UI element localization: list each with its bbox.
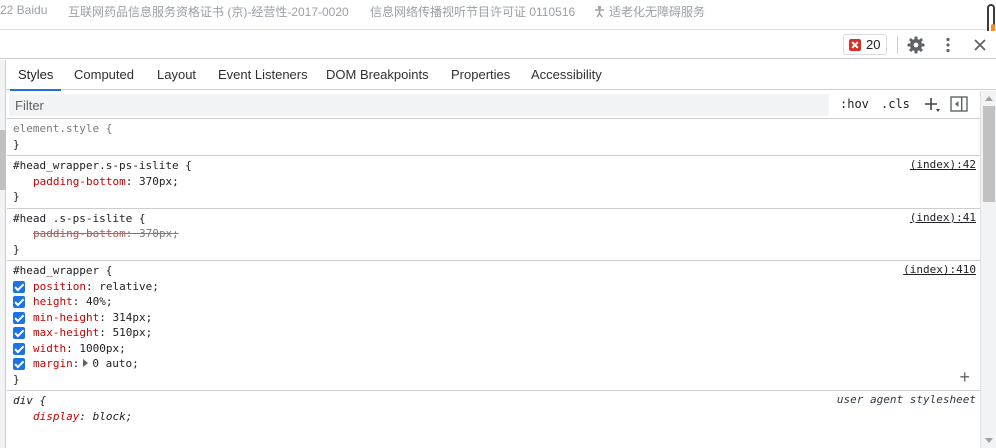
styles-filter-bar: :hov .cls [7, 91, 980, 119]
close-icon [974, 39, 986, 51]
baidu-text: 22 Baidu [0, 3, 48, 17]
styles-scrollbar-thumb[interactable] [983, 106, 995, 202]
tab-styles[interactable]: Styles [9, 60, 62, 91]
scroll-down-arrow-icon[interactable] [985, 438, 993, 443]
accessibility-icon [595, 5, 604, 18]
css-declaration[interactable]: height: 40%; [13, 294, 980, 310]
property-value[interactable]: 314px [112, 311, 145, 324]
rule-close-brace: } [13, 137, 20, 151]
plus-icon [925, 98, 940, 112]
declaration-checkbox[interactable] [13, 358, 25, 370]
accessibility-service-label: 适老化无障碍服务 [609, 5, 706, 19]
style-rule: #head .s-ps-islite { (index):41 padding-… [7, 209, 980, 261]
css-declaration[interactable]: padding-bottom: 370px; [13, 174, 980, 190]
gear-icon [907, 36, 925, 54]
more-options-button[interactable] [938, 35, 958, 55]
tab-layout[interactable]: Layout [157, 60, 196, 90]
rule-selector[interactable]: element.style { [13, 121, 980, 137]
property-value[interactable]: 0 auto [92, 357, 132, 370]
property-name[interactable]: width [33, 342, 66, 355]
rule-selector[interactable]: div { [13, 393, 980, 409]
tab-dom-breakpoints[interactable]: DOM Breakpoints [326, 60, 429, 90]
style-rule: #head_wrapper.s-ps-islite { (index):42 p… [7, 156, 980, 209]
rule-close-brace: } [13, 372, 20, 386]
elements-scroll-thumb[interactable] [0, 130, 6, 190]
property-value[interactable]: 1000px [79, 342, 119, 355]
issues-count: 20 [866, 37, 881, 52]
new-style-rule-button[interactable] [921, 94, 943, 116]
declaration-checkbox[interactable] [13, 327, 25, 339]
declaration-checkbox[interactable] [13, 280, 25, 293]
add-declaration-button[interactable]: + [959, 368, 970, 386]
kebab-menu-icon [946, 37, 950, 53]
rule-close-brace: } [13, 190, 20, 203]
property-value[interactable]: 370px [139, 175, 172, 188]
property-value[interactable]: 40% [86, 295, 106, 308]
tab-properties[interactable]: Properties [451, 60, 510, 90]
styles-scrollbar[interactable] [980, 91, 996, 448]
page-footer-strip: 22 Baidu 互联网药品信息服务资格证书 (京)-经营性-2017-0020… [0, 0, 996, 50]
property-value[interactable]: 370px [139, 227, 172, 240]
drug-license-link[interactable]: 互联网药品信息服务资格证书 (京)-经营性-2017-0020 [68, 3, 349, 20]
css-declaration[interactable]: display: block; [13, 409, 980, 425]
rule-close-brace: } [13, 242, 20, 256]
scroll-up-arrow-icon[interactable] [985, 96, 993, 101]
close-devtools-button[interactable] [970, 35, 990, 55]
property-name[interactable]: margin [33, 357, 73, 370]
css-declaration[interactable]: max-height: 510px; [13, 325, 980, 341]
styles-filter-input[interactable] [9, 94, 829, 116]
sidebar-pane-tabs: Styles Computed Layout Event Listeners D… [0, 60, 996, 91]
property-value[interactable]: relative [99, 280, 152, 293]
tab-event-listeners[interactable]: Event Listeners [218, 60, 308, 90]
rule-selector[interactable]: #head_wrapper.s-ps-islite { [13, 158, 980, 174]
property-value[interactable]: 510px [112, 326, 145, 339]
css-declaration[interactable]: min-height: 314px; [13, 310, 980, 326]
error-icon [849, 38, 861, 51]
property-name[interactable]: padding-bottom [33, 175, 126, 188]
property-name[interactable]: padding-bottom [33, 227, 126, 240]
issues-counter-button[interactable]: 20 [843, 34, 888, 55]
rule-selector[interactable]: #head_wrapper { [13, 263, 980, 279]
toolbar-divider [897, 36, 898, 54]
property-value[interactable]: block [93, 410, 126, 423]
css-declaration[interactable]: margin: 0 auto; [13, 356, 980, 372]
sidebar-toggle-icon [950, 96, 968, 112]
property-name[interactable]: height [33, 295, 73, 308]
accessibility-service-link[interactable]: 适老化无障碍服务 [593, 3, 705, 20]
hover-state-toggle[interactable]: :hov [840, 97, 869, 111]
styles-rules-pane: element.style { } #head_wrapper.s-ps-isl… [7, 119, 980, 448]
declaration-checkbox[interactable] [13, 311, 25, 324]
declaration-checkbox[interactable] [13, 296, 25, 308]
declaration-checkbox[interactable] [13, 342, 25, 355]
property-name[interactable]: position [33, 280, 86, 293]
style-rule-element-style: element.style { } [7, 119, 980, 156]
rule-source-link[interactable]: (index):42 [910, 158, 976, 171]
css-declaration[interactable]: position: relative; [13, 279, 980, 295]
devtools-toolbar: 20 [0, 31, 996, 59]
style-rule: #head_wrapper { (index):410 position: re… [7, 261, 980, 391]
rule-source-link[interactable]: (index):41 [910, 211, 976, 224]
property-name[interactable]: min-height [33, 311, 99, 324]
property-name[interactable]: display [33, 410, 79, 423]
css-declaration[interactable]: width: 1000px; [13, 341, 980, 357]
class-toggle[interactable]: .cls [881, 97, 910, 111]
elements-panel-edge [0, 60, 6, 448]
tab-computed[interactable]: Computed [74, 60, 134, 90]
expand-shorthand-icon[interactable] [83, 359, 89, 367]
settings-button[interactable] [906, 35, 926, 55]
property-name[interactable]: max-height [33, 326, 99, 339]
rule-source-link[interactable]: (index):410 [903, 263, 976, 276]
toggle-computed-sidebar-button[interactable] [950, 96, 970, 114]
tab-accessibility[interactable]: Accessibility [531, 60, 602, 90]
video-license-link[interactable]: 信息网络传播视听节目许可证 0110516 [370, 3, 575, 20]
css-declaration-overridden[interactable]: padding-bottom: 370px; [13, 226, 980, 242]
rule-source-label: user agent stylesheet [836, 393, 976, 406]
style-rule-user-agent: div { user agent stylesheet display: blo… [7, 391, 980, 427]
rule-selector[interactable]: #head .s-ps-islite { [13, 211, 980, 227]
